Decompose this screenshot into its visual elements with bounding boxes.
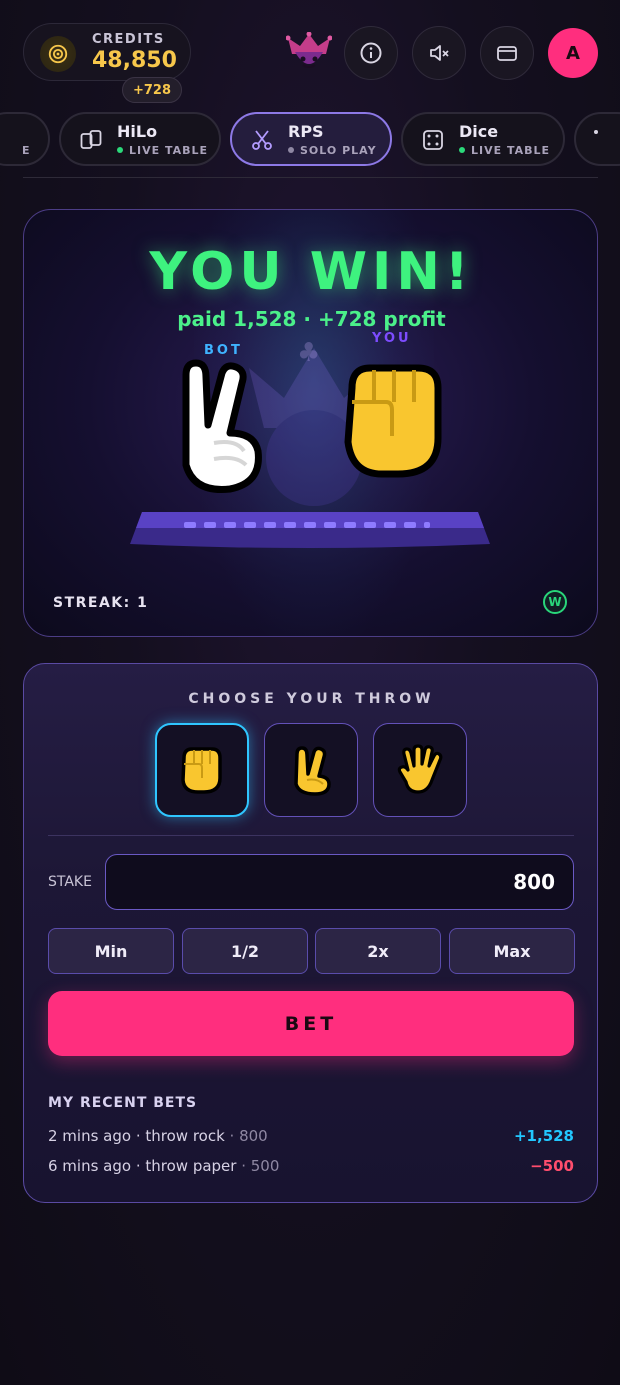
tab-status: LIVE TABLE	[117, 144, 208, 157]
result-title: YOU WIN!	[149, 242, 474, 302]
bot-scissors-hand-icon	[182, 359, 262, 493]
you-rock-fist-icon	[344, 364, 442, 478]
rock-fist-icon	[181, 747, 222, 794]
tab-dice[interactable]: Dice LIVE TABLE	[401, 112, 565, 166]
win-badge: W	[543, 590, 567, 614]
recent-bet-row: 6 mins ago · throw paper · 500 −500	[48, 1157, 574, 1175]
credit-delta-badge: +728	[122, 77, 182, 103]
jester-icon	[286, 32, 332, 68]
tab-partial-left[interactable]: E	[0, 112, 50, 166]
club-icon: ♣	[297, 338, 321, 368]
you-label: YOU	[372, 331, 412, 346]
game-arena: ♣ YOU WIN! paid 1,528 · +728 profit BOT …	[23, 209, 598, 637]
bet-panel: CHOOSE YOUR THROW STAKE Min 1/2 2x Max B…	[23, 663, 598, 1203]
recent-bets-title: MY RECENT BETS	[48, 1095, 198, 1111]
credits-value: 48,850	[92, 48, 177, 73]
bet-button[interactable]: BET	[48, 991, 574, 1056]
stake-double-button[interactable]: 2x	[315, 928, 441, 974]
streak-counter: STREAK: 1	[53, 595, 149, 611]
throw-paper-button[interactable]	[373, 723, 467, 817]
user-avatar[interactable]: A	[548, 28, 598, 78]
credits-label: CREDITS	[92, 32, 165, 47]
tabs-divider	[23, 177, 598, 178]
credits-pill[interactable]: CREDITS 48,850	[23, 23, 191, 81]
mute-icon	[430, 45, 449, 61]
bet-result: +1,528	[513, 1127, 574, 1145]
wallet-icon	[497, 46, 517, 61]
dice-icon	[423, 130, 443, 150]
bet-result: −500	[530, 1157, 574, 1175]
tab-partial-right[interactable]	[574, 112, 620, 166]
paper-hand-icon	[397, 744, 443, 794]
tab-label: RPS	[288, 122, 324, 141]
mute-button[interactable]	[412, 26, 466, 80]
stake-half-button[interactable]: 1/2	[182, 928, 308, 974]
panel-divider	[48, 835, 574, 836]
throw-rock-button[interactable]	[155, 723, 249, 817]
tab-rps[interactable]: RPS SOLO PLAY	[230, 112, 392, 166]
stake-min-button[interactable]: Min	[48, 928, 174, 974]
stage-platform	[130, 512, 490, 548]
tab-label: HiLo	[117, 122, 158, 141]
info-button[interactable]	[344, 26, 398, 80]
coin-icon	[40, 36, 76, 72]
tab-status: LIVE TABLE	[459, 144, 550, 157]
scissors-icon	[252, 130, 272, 150]
tab-status: SOLO PLAY	[288, 144, 377, 157]
choose-throw-label: CHOOSE YOUR THROW	[188, 691, 435, 707]
stake-max-button[interactable]: Max	[449, 928, 575, 974]
info-icon	[360, 42, 382, 64]
tab-label: Dice	[459, 122, 499, 141]
result-subtitle: paid 1,528 · +728 profit	[177, 307, 446, 331]
throw-scissors-button[interactable]	[264, 723, 358, 817]
scissors-hand-icon	[294, 746, 331, 796]
cards-icon	[80, 130, 102, 149]
tab-hilo[interactable]: HiLo LIVE TABLE	[59, 112, 221, 166]
stake-input[interactable]	[105, 854, 574, 910]
stake-label: STAKE	[48, 874, 92, 890]
wallet-button[interactable]	[480, 26, 534, 80]
recent-bet-row: 2 mins ago · throw rock · 800 +1,528	[48, 1127, 574, 1145]
